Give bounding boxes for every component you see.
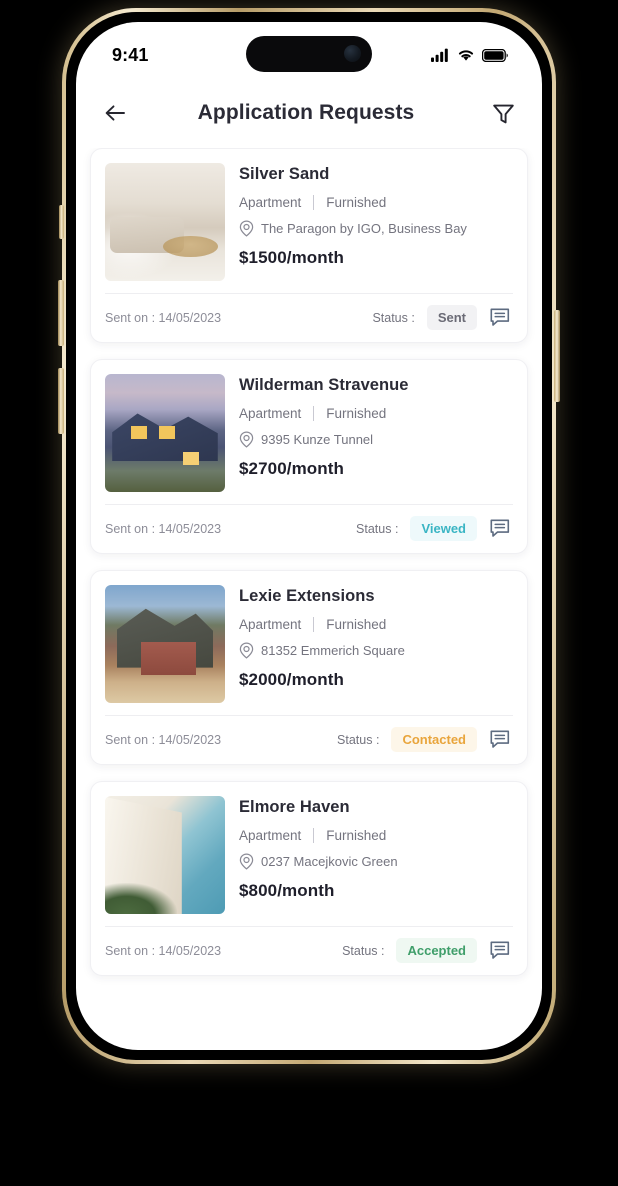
- mute-switch-button[interactable]: [59, 205, 64, 239]
- filter-funnel-icon: [492, 104, 514, 123]
- sent-on-text: Sent on : 14/05/2023: [105, 943, 222, 958]
- status-label: Status :: [342, 943, 385, 958]
- property-meta: Apartment Furnished: [239, 195, 513, 210]
- map-pin-icon: [239, 431, 254, 448]
- property-furnishing: Furnished: [326, 617, 387, 632]
- map-pin-icon: [239, 642, 254, 659]
- card-body: Lexie Extensions Apartment Furnished 813: [91, 571, 527, 715]
- dynamic-island: [246, 36, 372, 72]
- property-thumbnail: [105, 374, 225, 492]
- property-name: Wilderman Stravenue: [239, 376, 409, 394]
- status-group: Status : Accepted: [342, 938, 513, 963]
- property-price: $1500/month: [239, 248, 345, 267]
- property-type: Apartment: [239, 617, 302, 632]
- property-address: 9395 Kunze Tunnel: [261, 432, 374, 447]
- property-name: Lexie Extensions: [239, 587, 375, 605]
- property-furnishing: Furnished: [326, 406, 387, 421]
- sent-on-text: Sent on : 14/05/2023: [105, 521, 222, 536]
- chat-bubble-icon: [490, 519, 510, 537]
- status-label: Status :: [372, 310, 415, 325]
- status-bar-indicators: [431, 48, 508, 62]
- meta-divider: [313, 406, 315, 421]
- property-thumbnail: [105, 585, 225, 703]
- card-footer: Sent on : 14/05/2023 Status : Sent: [91, 294, 527, 342]
- status-bar-time: 9:41: [112, 44, 149, 65]
- card-footer: Sent on : 14/05/2023 Status : Contacted: [91, 716, 527, 764]
- property-address-row: 81352 Emmerich Square: [239, 642, 513, 659]
- property-type: Apartment: [239, 406, 302, 421]
- application-request-card[interactable]: Elmore Haven Apartment Furnished 0237 Ma: [90, 781, 528, 976]
- sent-on-text: Sent on : 14/05/2023: [105, 732, 222, 747]
- volume-down-button[interactable]: [58, 368, 64, 434]
- property-info: Wilderman Stravenue Apartment Furnished: [239, 374, 513, 492]
- chat-button[interactable]: [489, 728, 513, 752]
- property-furnishing: Furnished: [326, 195, 387, 210]
- volume-up-button[interactable]: [58, 280, 64, 346]
- map-pin-icon: [239, 220, 254, 237]
- chat-bubble-icon: [490, 308, 510, 326]
- chat-button[interactable]: [489, 517, 513, 541]
- status-group: Status : Sent: [372, 305, 513, 330]
- status-badge: Sent: [426, 305, 477, 330]
- property-address: 81352 Emmerich Square: [261, 643, 405, 658]
- status-badge: Viewed: [410, 516, 477, 541]
- screenshot-root: 9:41 Application Requests Silver Sand Ap…: [0, 0, 618, 1186]
- card-footer: Sent on : 14/05/2023 Status : Accepted: [91, 927, 527, 975]
- status-group: Status : Contacted: [337, 727, 513, 752]
- property-type: Apartment: [239, 828, 302, 843]
- application-request-card[interactable]: Silver Sand Apartment Furnished The Para: [90, 148, 528, 343]
- card-body: Wilderman Stravenue Apartment Furnished: [91, 360, 527, 504]
- application-request-card[interactable]: Wilderman Stravenue Apartment Furnished: [90, 359, 528, 554]
- page-title: Application Requests: [197, 101, 415, 124]
- card-body: Elmore Haven Apartment Furnished 0237 Ma: [91, 782, 527, 926]
- card-footer: Sent on : 14/05/2023 Status : Viewed: [91, 505, 527, 553]
- property-address: The Paragon by IGO, Business Bay: [261, 221, 467, 236]
- property-thumbnail: [105, 796, 225, 914]
- power-button[interactable]: [554, 310, 560, 402]
- sent-on-text: Sent on : 14/05/2023: [105, 310, 222, 325]
- property-price: $2700/month: [239, 459, 345, 478]
- property-meta: Apartment Furnished: [239, 828, 513, 843]
- property-thumbnail: [105, 163, 225, 281]
- property-type: Apartment: [239, 195, 302, 210]
- status-badge: Contacted: [391, 727, 477, 752]
- chat-bubble-icon: [490, 730, 510, 748]
- battery-icon: [482, 48, 508, 62]
- status-badge: Accepted: [396, 938, 477, 963]
- property-name: Silver Sand: [239, 165, 330, 183]
- property-price: $2000/month: [239, 670, 345, 689]
- arrow-left-icon: [105, 105, 125, 121]
- chat-bubble-icon: [490, 941, 510, 959]
- chat-button[interactable]: [489, 939, 513, 963]
- property-furnishing: Furnished: [326, 828, 387, 843]
- app-header: Application Requests: [76, 84, 542, 142]
- property-meta: Apartment Furnished: [239, 406, 513, 421]
- application-requests-list[interactable]: Silver Sand Apartment Furnished The Para: [76, 148, 542, 1050]
- status-group: Status : Viewed: [356, 516, 513, 541]
- application-request-card[interactable]: Lexie Extensions Apartment Furnished 813: [90, 570, 528, 765]
- filter-button[interactable]: [486, 96, 520, 130]
- chat-button[interactable]: [489, 306, 513, 330]
- property-info: Silver Sand Apartment Furnished The Para: [239, 163, 513, 281]
- meta-divider: [313, 828, 315, 843]
- map-pin-icon: [239, 853, 254, 870]
- phone-screen: 9:41 Application Requests Silver Sand Ap…: [76, 22, 542, 1050]
- property-price: $800/month: [239, 881, 335, 900]
- property-meta: Apartment Furnished: [239, 617, 513, 632]
- cellular-signal-icon: [431, 48, 448, 62]
- property-address-row: The Paragon by IGO, Business Bay: [239, 220, 513, 237]
- property-info: Elmore Haven Apartment Furnished 0237 Ma: [239, 796, 513, 914]
- status-label: Status :: [356, 521, 399, 536]
- meta-divider: [313, 617, 315, 632]
- property-name: Elmore Haven: [239, 798, 350, 816]
- wifi-icon: [458, 50, 474, 61]
- property-address: 0237 Macejkovic Green: [261, 854, 398, 869]
- property-address-row: 0237 Macejkovic Green: [239, 853, 513, 870]
- status-label: Status :: [337, 732, 380, 747]
- card-body: Silver Sand Apartment Furnished The Para: [91, 149, 527, 293]
- meta-divider: [313, 195, 315, 210]
- property-info: Lexie Extensions Apartment Furnished 813: [239, 585, 513, 703]
- property-address-row: 9395 Kunze Tunnel: [239, 431, 513, 448]
